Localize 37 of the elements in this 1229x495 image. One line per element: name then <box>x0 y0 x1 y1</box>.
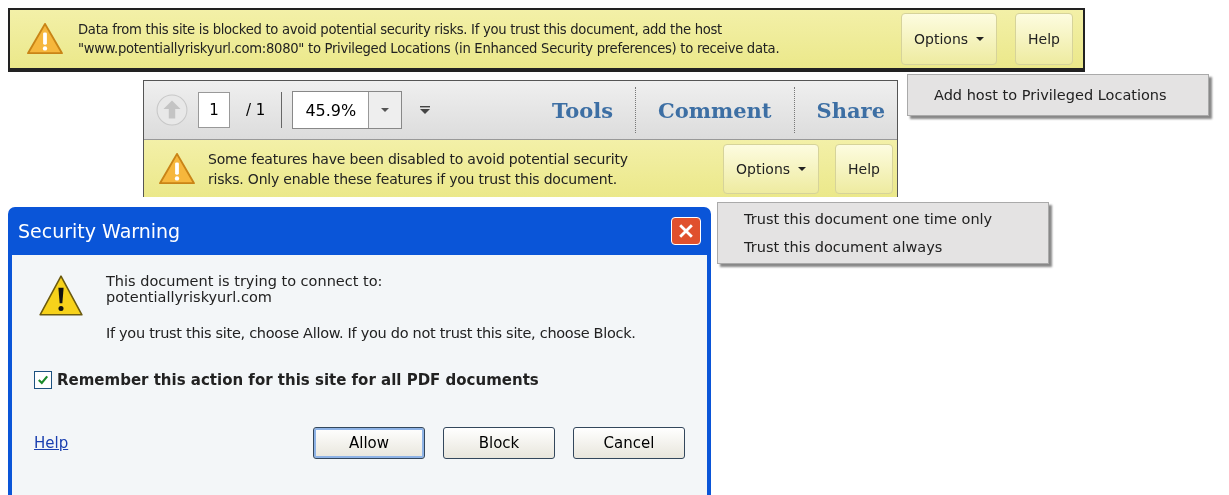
options-button[interactable]: Options <box>901 13 998 65</box>
notification-text: risks. Only enable these features if you trust this document. <box>208 169 618 189</box>
caret-icon <box>381 108 390 112</box>
help-button[interactable]: Help <box>835 143 893 194</box>
warning-icon <box>38 273 84 319</box>
toolbar-link[interactable]: Share <box>816 97 885 123</box>
dialog-button[interactable]: Block <box>443 427 555 459</box>
warning-icon <box>26 22 64 56</box>
menu-item[interactable]: Add host to Privileged Locations <box>908 81 1193 109</box>
dialog-message: This document is trying to connect to: <box>106 273 384 289</box>
notification-text: Data from this site is blocked to avoid potential security risks. If you trust this document, add the host <box>78 21 723 39</box>
dialog-button[interactable]: Cancel <box>573 427 685 459</box>
url-text: potentiallyriskyurl.com <box>106 289 273 305</box>
dialog-button[interactable]: Allow <box>313 427 425 459</box>
menu-item[interactable]: Trust this document one time only <box>718 205 1048 233</box>
options-button[interactable]: Options <box>723 143 820 194</box>
close-button[interactable] <box>671 217 701 245</box>
toolbar-link[interactable]: Comment <box>658 97 772 123</box>
warning-icon <box>158 151 196 186</box>
checkbox-label: Remember this action for this site for all PDF documents <box>57 371 539 389</box>
caret-icon <box>798 166 807 171</box>
page-field[interactable]: 1 <box>198 92 230 128</box>
help-button[interactable]: Help <box>1015 13 1073 65</box>
more-icon[interactable] <box>420 106 431 114</box>
checkbox[interactable] <box>34 371 52 389</box>
zoom-field[interactable]: 45.9% <box>292 91 403 129</box>
window-title: Security Warning <box>18 220 181 242</box>
dialog-message: If you trust this site, choose Allow. If you do not trust this site, choose Block. <box>106 325 636 341</box>
page-total: / 1 <box>246 101 266 119</box>
notification-text: "www.potentiallyriskyurl.com:8080" to Privileged Locations (in Enhanced Security preferences) to receive data. <box>78 40 781 58</box>
menu-item[interactable]: Trust this document always <box>718 233 1048 261</box>
notification-text: Some features have been disabled to avoid potential security <box>208 149 629 169</box>
close-icon <box>679 224 693 238</box>
toolbar-link[interactable]: Tools <box>552 97 614 123</box>
caret-icon <box>976 37 985 41</box>
check-icon <box>37 374 49 386</box>
help-link[interactable]: Help <box>34 434 69 452</box>
